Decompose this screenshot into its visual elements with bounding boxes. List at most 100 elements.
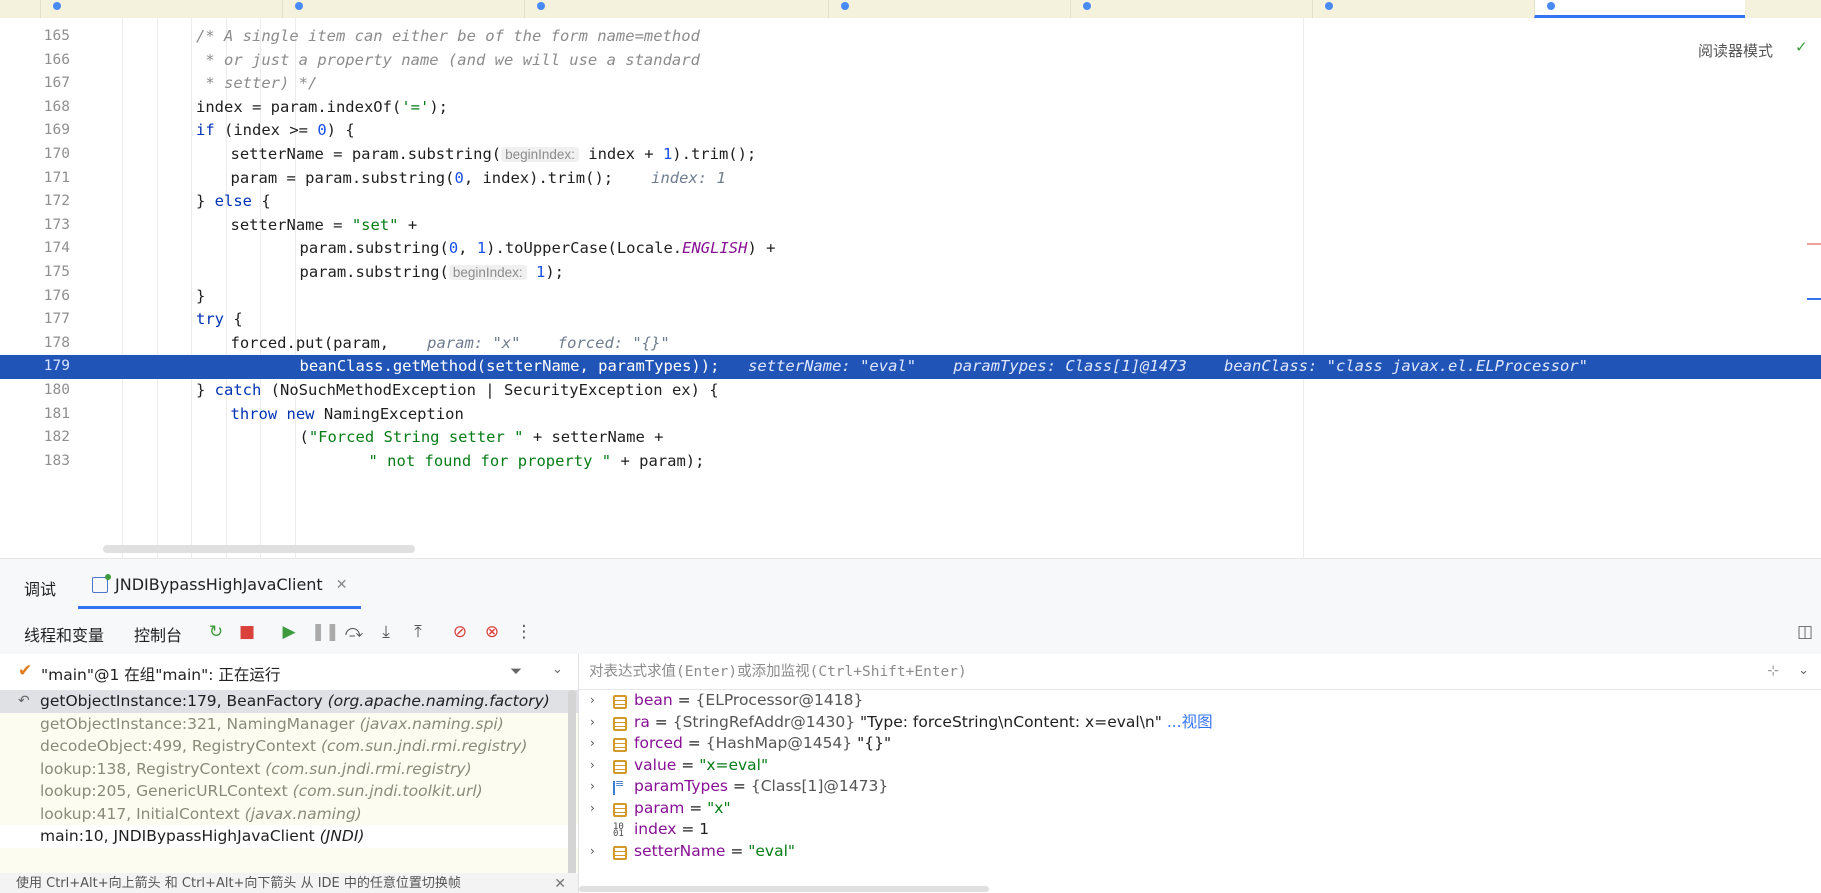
line-number[interactable]: 168 [0,96,70,120]
chevron-right-icon[interactable]: › [590,755,595,777]
view-link[interactable]: ...视图 [1162,713,1213,731]
stop-icon[interactable]: ■ [237,622,257,642]
line-number[interactable]: 177 [0,308,70,332]
code-line[interactable]: if (index >= 0) { [100,119,1821,143]
evaluate-expression-input[interactable]: 对表达式求值(Enter)或添加监视(Ctrl+Shift+Enter) [579,654,1821,690]
line-number[interactable]: 180 [0,379,70,403]
stack-frame[interactable]: main:10, JNDIBypassHighJavaClient (JNDI) [0,825,578,848]
line-number[interactable]: 166 [0,49,70,73]
stack-frame[interactable]: lookup:138, RegistryContext (com.sun.jnd… [0,758,578,781]
stack-frame[interactable]: lookup:417, InitialContext (javax.naming… [0,803,578,826]
chevron-right-icon[interactable]: › [590,712,595,734]
code-line[interactable]: * or just a property name (and we will u… [100,49,1821,73]
code-line[interactable]: setterName = "set" + [100,214,1821,238]
variable-row[interactable]: › bean = {ELProcessor@1418} [579,690,1821,712]
variable-row[interactable]: › value = "x=eval" [579,755,1821,777]
stack-frame[interactable]: ↶ getObjectInstance:179, BeanFactory (org… [0,690,578,713]
debug-session-tab[interactable]: JNDIBypassHighJavaClient ✕ [78,563,362,609]
editor-tab[interactable] [524,0,765,18]
variable-row[interactable]: 10 01 index = 1 [579,819,1821,841]
code-line[interactable]: index = param.indexOf('='); [100,96,1821,120]
editor-tab[interactable] [828,0,1069,18]
editor-tab-active[interactable] [1534,0,1745,18]
line-number[interactable]: 172 [0,190,70,214]
chevron-right-icon[interactable]: › [590,841,595,863]
line-number[interactable]: 176 [0,285,70,309]
close-icon[interactable]: ✕ [554,873,566,893]
code-line[interactable]: throw new NamingException [100,403,1821,427]
tab-threads-variables[interactable]: 线程和变量 [24,622,104,646]
stack-frame[interactable]: lookup:205, GenericURLContext (com.sun.j… [0,780,578,803]
step-over-icon[interactable]: ⤼ [344,622,364,642]
inspection-ok-icon[interactable]: ✓ [1795,38,1808,56]
chevron-right-icon[interactable]: › [590,776,595,798]
step-into-icon[interactable]: ⤓ [376,622,396,642]
layout-icon[interactable]: ◫ [1795,622,1815,642]
chevron-right-icon[interactable]: › [590,733,595,755]
close-icon[interactable]: ✕ [336,577,348,593]
variable-row[interactable]: › setterName = "eval" [579,841,1821,863]
code-line[interactable]: forced.put(param, param: "x" forced: "{}… [100,332,1821,356]
filter-icon[interactable]: ⏷ [510,662,522,680]
editor-tab[interactable] [1312,0,1533,18]
editor-tab[interactable] [1070,0,1311,18]
editor-horizontal-scrollbar[interactable] [103,545,415,553]
thread-selector[interactable]: ✔ "main"@1 在组"main": 正在运行 ⏷ ⌄ [0,654,578,691]
chevron-right-icon[interactable]: › [590,798,595,820]
stack-frame[interactable]: decodeObject:499, RegistryContext (com.s… [0,735,578,758]
line-number[interactable]: 179 [0,355,100,379]
code-line[interactable]: ("Forced String setter " + setterName + [100,426,1821,450]
code-editor[interactable]: 165 166 167 168 169 170 171 172 173 174 175 176 177 1… [0,18,1821,558]
line-number[interactable]: 173 [0,214,70,238]
mute-breakpoints-icon[interactable]: ⊗ [482,622,502,642]
view-breakpoints-icon[interactable]: ⊘ [450,622,470,642]
step-out-icon[interactable]: ⤒ [408,622,428,642]
code-line[interactable]: param.substring(0, 1).toUpperCase(Locale… [100,237,1821,261]
variable-row[interactable]: › param = "x" [579,798,1821,820]
code-line[interactable]: } [100,285,1821,309]
variable-row[interactable]: › ≡ paramTypes = {Class[1]@1473} [579,776,1821,798]
variables-scrollbar[interactable] [579,886,989,892]
code-line[interactable]: param.substring(beginIndex: 1); [100,261,1821,285]
tab-console[interactable]: 控制台 [134,622,182,646]
execution-point-line[interactable]: beanClass.getMethod(setterName, paramTyp… [100,355,1821,379]
more-options-icon[interactable]: ⋮ [514,622,534,642]
line-number[interactable]: 181 [0,403,70,427]
code-line[interactable]: try { [100,308,1821,332]
reader-mode-button[interactable]: 阅读器模式 [1698,40,1773,61]
line-number[interactable]: 171 [0,167,70,191]
code-line[interactable]: } else { [100,190,1821,214]
line-number[interactable]: 174 [0,237,70,261]
editor-tab[interactable] [282,0,523,18]
code-line[interactable]: param = param.substring(0, index).trim()… [100,167,1821,191]
code-line[interactable]: } catch (NoSuchMethodException | Securit… [100,379,1821,403]
drop-frame-icon[interactable]: ↶ [18,690,30,713]
stack-frame[interactable]: getObjectInstance:321, NamingManager (ja… [0,713,578,736]
line-number[interactable]: 178 [0,332,70,356]
line-number[interactable]: 167 [0,72,70,96]
error-stripe-marker[interactable] [1807,298,1821,300]
code-line[interactable]: * setter) */ [100,72,1821,96]
code-line[interactable]: /* A single item can either be of the fo… [100,25,1821,49]
rerun-icon[interactable]: ↻ [206,622,226,642]
line-number[interactable]: 169 [0,119,70,143]
variable-row[interactable]: › forced = {HashMap@1454} "{}" [579,733,1821,755]
editor-tab[interactable] [40,0,281,18]
chevron-right-icon[interactable]: › [590,690,595,712]
line-number-gutter[interactable]: 165 166 167 168 169 170 171 172 173 174 175 176 177 1… [0,18,100,558]
resume-icon[interactable]: ▶ [279,622,299,642]
line-number[interactable]: 183 [0,450,70,474]
code-line[interactable]: " not found for property " + param); [100,450,1821,474]
code-line[interactable]: setterName = param.substring(beginIndex:… [100,143,1821,167]
line-number[interactable]: 165 [0,25,70,49]
frames-scrollbar[interactable] [568,690,576,880]
line-number[interactable]: 182 [0,426,70,450]
pause-icon[interactable]: ❚❚ [311,622,340,642]
error-stripe-marker[interactable] [1807,243,1821,245]
chevron-down-icon[interactable]: ⌄ [552,662,563,677]
variable-row[interactable]: › ra = {StringRefAddr@1430} "Type: forceS… [579,712,1821,734]
line-number[interactable]: 170 [0,143,70,167]
line-number[interactable]: 175 [0,261,70,285]
add-watch-icon[interactable]: ⊹ [1767,663,1779,679]
chevron-down-icon[interactable]: ⌄ [1798,663,1809,678]
